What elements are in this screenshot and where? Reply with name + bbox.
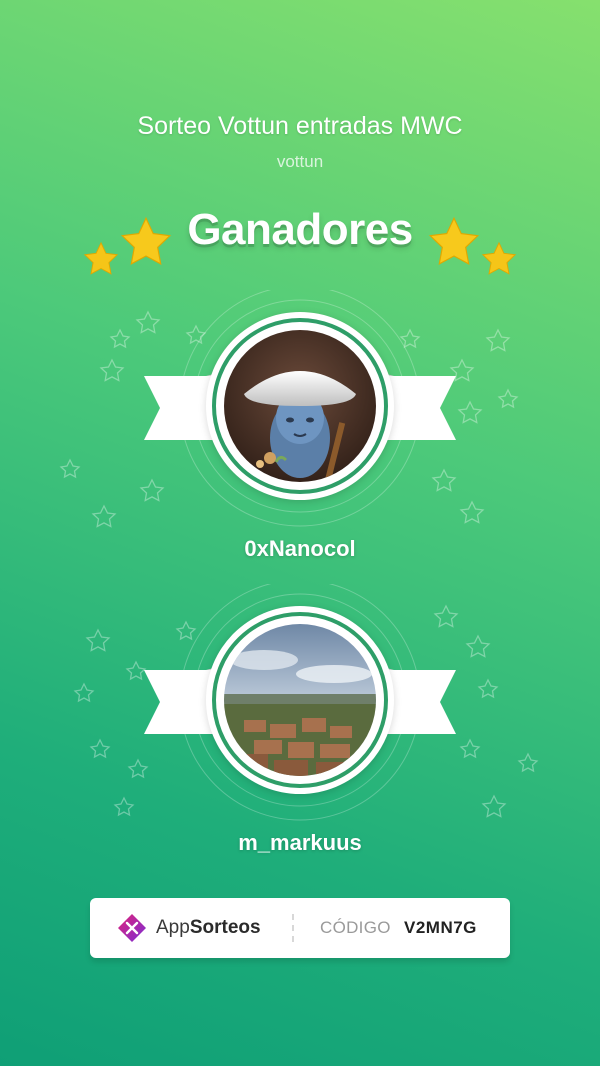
winner-username: m_markuus [238,830,362,855]
avatar-frame [206,606,394,794]
winner-username: 0xNanocol [244,536,356,561]
raffle-title: Sorteo Vottun entradas MWC [137,112,463,140]
mushroom-creature-icon [224,330,376,482]
winner-card: 0xNanocol [0,290,600,561]
brand-suffix: Sorteos [189,917,261,938]
village-landscape-icon [224,624,376,776]
divider [292,914,294,942]
code-label: CÓDIGO [320,918,391,937]
brand-name: AppSorteos [156,917,261,939]
footer-card: AppSorteos CÓDIGO V2MN7G [90,898,510,958]
avatar-frame [206,312,394,500]
brand-prefix: App [156,917,190,938]
appsorteos-logo-icon [118,914,146,942]
avatar [224,330,376,482]
organizer-name: vottun [276,152,324,171]
avatar [224,624,376,776]
raffle-code: V2MN7G [404,918,477,937]
winners-heading: Ganadores [187,205,413,254]
winner-card: m_markuus [0,584,600,855]
